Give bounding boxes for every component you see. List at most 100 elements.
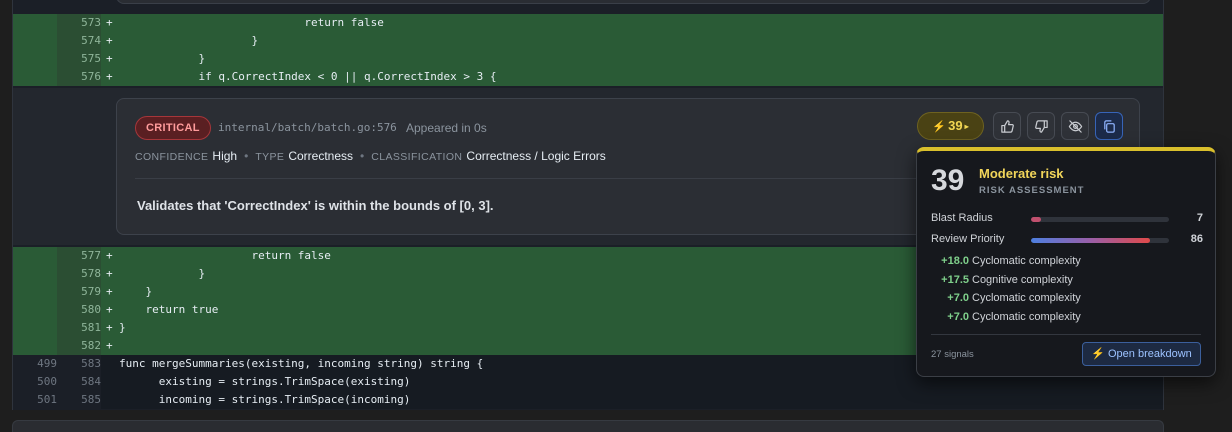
new-line-number[interactable]: 579	[57, 283, 101, 301]
signal-delta: +7.0	[947, 310, 969, 323]
code-text: }	[119, 34, 259, 47]
metric-bar-fill	[1031, 217, 1041, 222]
confidence-value: High	[212, 149, 238, 163]
thumbs-down-icon	[1034, 119, 1048, 133]
new-line-number[interactable]: 574	[57, 32, 101, 50]
bolt-icon: ⚡	[932, 121, 947, 133]
meta-separator: •	[360, 149, 365, 163]
signal-delta: +17.5	[941, 273, 969, 286]
signal-name: Cyclomatic complexity	[972, 310, 1081, 323]
diff-sign: +	[106, 339, 113, 352]
new-line-number[interactable]: 583	[57, 355, 101, 373]
diff-line: 576 + if q.CorrectIndex < 0 || q.CorrectI…	[13, 68, 1163, 86]
new-line-number[interactable]: 577	[57, 247, 101, 265]
copy-button[interactable]	[1095, 112, 1123, 140]
new-line-number[interactable]: 575	[57, 50, 101, 68]
new-line-number[interactable]: 578	[57, 265, 101, 283]
hide-button[interactable]	[1061, 112, 1089, 140]
code-text: return false	[119, 16, 384, 29]
risk-subtitle: RISK ASSESSMENT	[979, 185, 1085, 196]
diff-sign: +	[106, 34, 113, 47]
metric-label: Review Priority	[931, 233, 1005, 245]
signal-delta: +7.0	[947, 292, 969, 304]
thumbs-up-button[interactable]	[993, 112, 1021, 140]
code-text: }	[119, 52, 206, 65]
popover-divider	[931, 334, 1201, 335]
signal-item: +7.0 Cyclomatic complexity	[931, 292, 1171, 311]
code-text: incoming = strings.TrimSpace(incoming)	[119, 393, 411, 406]
old-line-number[interactable]: 500	[13, 373, 57, 391]
diff-sign: +	[106, 303, 113, 316]
metric-label: Blast Radius	[931, 212, 993, 224]
file-location-link[interactable]: internal/batch/batch.go:576	[218, 121, 397, 134]
confidence-key: CONFIDENCE	[135, 151, 209, 163]
new-line-number[interactable]: 580	[57, 301, 101, 319]
comment-body: Validates that 'CorrectIndex' is within …	[137, 198, 494, 213]
signal-count: 27 signals	[931, 349, 974, 360]
diff-line: 574 + }	[13, 32, 1163, 50]
bolt-icon: ⚡	[1091, 348, 1108, 360]
new-line-number[interactable]: 582	[57, 337, 101, 355]
classification-value: Correctness / Logic Errors	[466, 149, 606, 163]
code-text: return true	[119, 303, 219, 316]
diff-line: 501 585 incoming = strings.TrimSpace(inco…	[13, 391, 1163, 409]
old-line-number[interactable]: 501	[13, 391, 57, 409]
thumbs-up-icon	[1000, 119, 1014, 133]
signal-item: +7.0 Cyclomatic complexity	[931, 311, 1171, 330]
caret-right-icon: ▸	[964, 122, 969, 131]
metric-bar-track	[1031, 217, 1169, 222]
code-text: if q.CorrectIndex < 0 || q.CorrectIndex …	[119, 70, 497, 83]
risk-level: Moderate risk	[979, 166, 1064, 181]
new-line-number[interactable]: 584	[57, 373, 101, 391]
metric-bar-fill	[1031, 238, 1150, 243]
code-text: }	[119, 321, 126, 334]
metric-value: 7	[1196, 212, 1203, 224]
diff-line: 573 + return false	[13, 14, 1163, 32]
code-text: }	[119, 285, 153, 298]
metric-blast-radius: Blast Radius 7	[931, 212, 1203, 228]
eye-off-icon	[1068, 119, 1082, 133]
thumbs-down-button[interactable]	[1027, 112, 1055, 140]
signal-name: Cyclomatic complexity	[972, 292, 1081, 304]
signal-list: +18.0 Cyclomatic complexity +17.5 Cognitiv…	[931, 255, 1171, 329]
classification-key: CLASSIFICATION	[371, 151, 463, 163]
new-line-number[interactable]: 581	[57, 319, 101, 337]
previous-comment-card-edge	[116, 0, 1151, 4]
diff-sign: +	[106, 321, 113, 334]
risk-score-button[interactable]: ⚡ 39 ▸	[917, 112, 984, 140]
diff-sign: +	[106, 70, 113, 83]
meta-separator: •	[244, 149, 249, 163]
metric-review-priority: Review Priority 86	[931, 233, 1203, 249]
new-line-number[interactable]: 573	[57, 14, 101, 32]
copy-icon	[1103, 119, 1115, 133]
appeared-timestamp: Appeared in 0s	[406, 121, 487, 135]
metric-bar-track	[1031, 238, 1169, 243]
diff-sign: +	[106, 267, 113, 280]
diff-hunk-top: 573 + return false 574 + } 575 + } 576 + if q.C…	[13, 14, 1163, 86]
diff-sign: +	[106, 285, 113, 298]
diff-line: 575 + }	[13, 50, 1163, 68]
code-text: }	[119, 267, 206, 280]
signal-item: +17.5 Cognitive complexity	[931, 274, 1171, 293]
code-text: existing = strings.TrimSpace(existing)	[119, 375, 411, 388]
diff-sign: +	[106, 52, 113, 65]
signal-item: +18.0 Cyclomatic complexity	[931, 255, 1171, 274]
signal-name: Cognitive complexity	[972, 273, 1073, 286]
new-line-number[interactable]: 585	[57, 391, 101, 409]
metric-value: 86	[1190, 233, 1203, 245]
open-breakdown-label: Open breakdown	[1107, 348, 1192, 360]
type-value: Correctness	[288, 149, 354, 163]
signal-delta: +18.0	[941, 255, 969, 267]
severity-badge: CRITICAL	[135, 116, 211, 140]
open-breakdown-button[interactable]: ⚡ Open breakdown	[1082, 342, 1201, 366]
comment-meta: CONFIDENCE High • TYPE Correctness • CLASSIFIC…	[135, 149, 606, 163]
signal-name: Cyclomatic complexity	[972, 255, 1081, 267]
risk-popover-score: 39	[931, 164, 965, 197]
risk-popover: 39 Moderate risk RISK ASSESSMENT Blast R…	[916, 147, 1216, 377]
old-line-number[interactable]: 499	[13, 355, 57, 373]
diff-sign: +	[106, 16, 113, 29]
type-key: TYPE	[255, 151, 285, 163]
new-line-number[interactable]: 576	[57, 68, 101, 86]
diff-sign: +	[106, 249, 113, 262]
risk-score-value: 39	[948, 118, 963, 133]
